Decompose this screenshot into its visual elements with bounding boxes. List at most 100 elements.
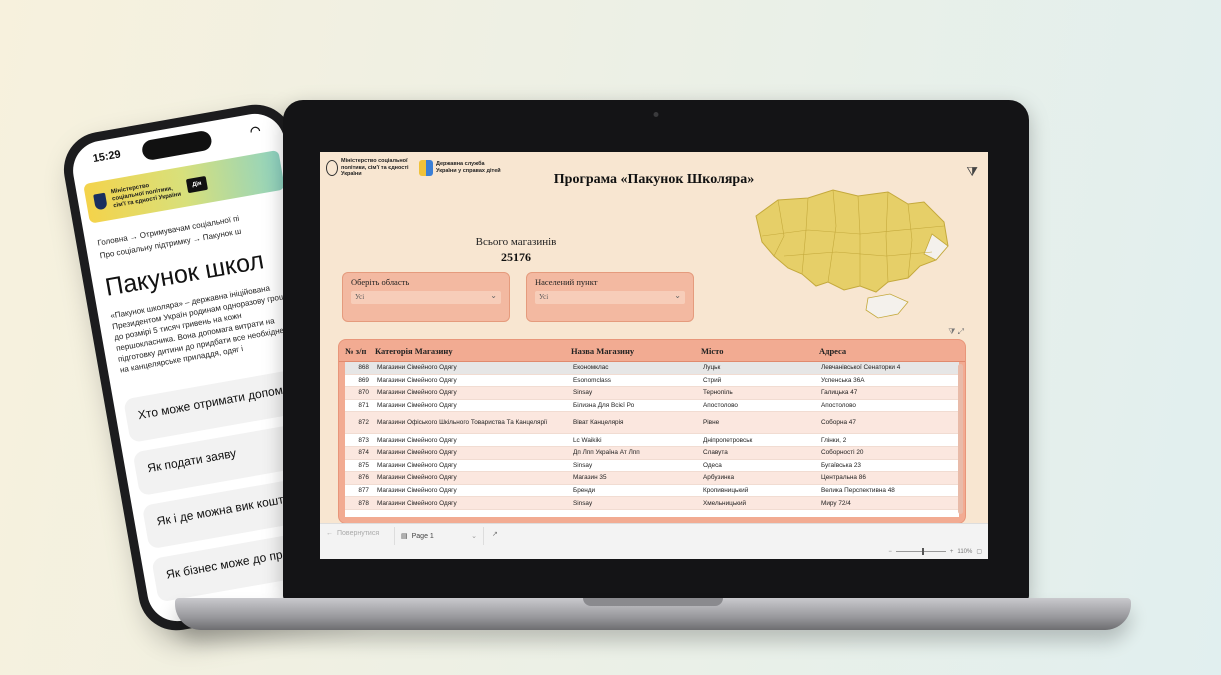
cell-address: Соборності 20 <box>821 449 864 457</box>
page-tab[interactable]: ▤ Page 1 ⌄ <box>394 527 484 545</box>
zoom-slider[interactable] <box>895 548 946 555</box>
column-header[interactable]: Місто <box>701 346 819 356</box>
arrow-left-icon: ← <box>326 530 333 537</box>
cell-address: Бугаївська 23 <box>821 461 861 469</box>
cell-number: 874 <box>358 449 369 457</box>
laptop-base <box>175 598 1131 630</box>
focus-mode-icon[interactable]: ⤢ <box>958 327 964 336</box>
city-dropdown[interactable]: Усі ⌄ <box>535 291 685 304</box>
chevron-down-icon: ⌄ <box>674 291 681 300</box>
cell-address: Галицька 47 <box>821 389 858 397</box>
table-row[interactable]: 869 Магазини Сімейного Одягу Esonomclass… <box>345 375 959 388</box>
cell-store: Білизна Для Всієї Ро <box>573 402 635 410</box>
cell-address: Успенська 36А <box>821 376 865 384</box>
cell-city: Апостолово <box>703 402 738 410</box>
cell-number: 868 <box>358 364 369 372</box>
cell-category: Магазини Сімейного Одягу <box>377 474 457 482</box>
column-header[interactable]: Адреса <box>819 346 965 356</box>
total-stores-label: Всього магазинів <box>475 236 557 248</box>
cell-address: Соборна 47 <box>821 419 856 427</box>
cell-category: Магазини Сімейного Одягу <box>377 487 457 495</box>
table-scrollbar[interactable] <box>958 364 963 514</box>
cell-city: Одеса <box>703 461 722 469</box>
cell-address: Левчанівської Сенаторки 4 <box>821 364 901 372</box>
table-row[interactable]: 872 Магазини Офіського Шкільного Товарис… <box>345 412 959 435</box>
city-slicer-label: Населений пункт <box>535 277 598 287</box>
cell-category: Магазини Сімейного Одягу <box>377 461 457 469</box>
zoom-control[interactable]: − + 110% ▢ <box>888 548 982 555</box>
page-tab-label: Page 1 <box>411 532 434 540</box>
cell-number: 875 <box>358 461 369 469</box>
back-button-label: Повернутися <box>337 530 380 537</box>
cell-store: Віват Канцелярія <box>573 419 624 427</box>
zoom-level: 110% <box>957 548 973 555</box>
table-body: 868 Магазини Сімейного Одягу Економклас … <box>345 362 959 517</box>
cell-address: Центральна 86 <box>821 474 866 482</box>
filter-icon[interactable]: ⧩ <box>966 164 978 180</box>
cell-city: Арбузинка <box>703 474 735 482</box>
cell-city: Хмельницький <box>703 499 747 507</box>
cell-store: Економклас <box>573 364 609 372</box>
fit-page-icon[interactable]: ▢ <box>976 548 982 555</box>
camera <box>653 112 659 117</box>
stores-table: № з/п Категорія Магазину Назва Магазину … <box>338 339 966 524</box>
table-row[interactable]: 875 Магазини Сімейного Одягу Sinsay Одес… <box>345 460 959 473</box>
expand-icon[interactable]: ↗ <box>492 530 498 538</box>
cell-store: Esonomclass <box>573 376 612 384</box>
report-footer-bar: ← Повернутися ▤ Page 1 ⌄ ↗ − + 110% ▢ <box>320 523 988 559</box>
filter-icon[interactable]: ⧩ <box>948 327 955 336</box>
cell-store: Бренди <box>573 487 596 495</box>
phone-time: 15:29 <box>91 148 122 166</box>
cell-category: Магазини Сімейного Одягу <box>377 389 457 397</box>
table-row[interactable]: 878 Магазини Сімейного Одягу Sinsay Хмел… <box>345 497 959 510</box>
cell-category: Магазини Сімейного Одягу <box>377 499 457 507</box>
zoom-knob[interactable] <box>921 548 924 555</box>
table-row[interactable]: 874 Магазини Сімейного Одягу Дп Лпп Укра… <box>345 446 959 460</box>
cell-number: 878 <box>358 499 369 507</box>
back-button[interactable]: ← Повернутися <box>326 530 379 537</box>
table-row[interactable]: 877 Магазини Сімейного Одягу Бренди Кроп… <box>345 485 959 498</box>
zoom-in-icon[interactable]: + <box>950 549 954 555</box>
cell-address: Апостолово <box>821 402 856 410</box>
cell-store: Sinsay <box>573 499 593 507</box>
city-slicer[interactable]: Населений пункт Усі ⌄ <box>526 272 694 322</box>
chevron-down-icon: ⌄ <box>490 291 497 300</box>
table-row[interactable]: 870 Магазини Сімейного Одягу Sinsay Терн… <box>345 387 959 400</box>
dia-logo: Дія <box>185 175 209 194</box>
cell-category: Магазини Сімейного Одягу <box>377 449 457 457</box>
table-row[interactable]: 868 Магазини Сімейного Одягу Економклас … <box>345 362 959 375</box>
cell-number: 877 <box>358 487 369 495</box>
cell-address: Велика Перспективна 48 <box>821 487 895 495</box>
table-row[interactable]: 876 Магазини Сімейного Одягу Магазин 35 … <box>345 472 959 485</box>
column-header[interactable]: № з/п <box>345 346 375 356</box>
cell-number: 871 <box>358 402 369 410</box>
table-header: № з/п Категорія Магазину Назва Магазину … <box>339 340 965 362</box>
region-dropdown-value: Усі <box>355 293 365 301</box>
region-slicer[interactable]: Оберіть область Усі ⌄ <box>342 272 510 322</box>
zoom-out-icon[interactable]: − <box>888 549 892 555</box>
ukraine-map[interactable] <box>748 186 956 326</box>
region-dropdown[interactable]: Усі ⌄ <box>351 291 501 304</box>
cell-address: Миру 72/4 <box>821 499 851 507</box>
map-mainland <box>755 189 949 293</box>
chevron-down-icon: ⌄ <box>471 533 477 540</box>
cell-number: 872 <box>358 419 369 427</box>
cell-number: 869 <box>358 376 369 384</box>
cell-city: Тернопіль <box>703 389 733 397</box>
table-row[interactable]: 873 Магазини Сімейного Одягу Lc Waikiki … <box>345 434 959 447</box>
cell-category: Магазини Сімейного Одягу <box>377 376 457 384</box>
cell-city: Луцьк <box>703 364 721 372</box>
cell-city: Дніпропетровськ <box>703 436 753 444</box>
trackpad-notch <box>583 598 723 606</box>
map-crimea <box>865 293 909 319</box>
cell-city: Рівне <box>703 419 720 427</box>
cell-store: Sinsay <box>573 461 593 469</box>
cell-city: Кропивницький <box>703 487 749 495</box>
cell-address: Глінки, 2 <box>821 436 847 444</box>
region-slicer-label: Оберіть область <box>351 277 410 287</box>
cell-store: Дп Лпп Україна Ат Лпп <box>573 449 640 457</box>
table-row[interactable]: 871 Магазини Сімейного Одягу Білизна Для… <box>345 400 959 413</box>
column-header[interactable]: Категорія Магазину <box>375 346 571 356</box>
column-header[interactable]: Назва Магазину <box>571 346 701 356</box>
cell-city: Славута <box>703 449 728 457</box>
